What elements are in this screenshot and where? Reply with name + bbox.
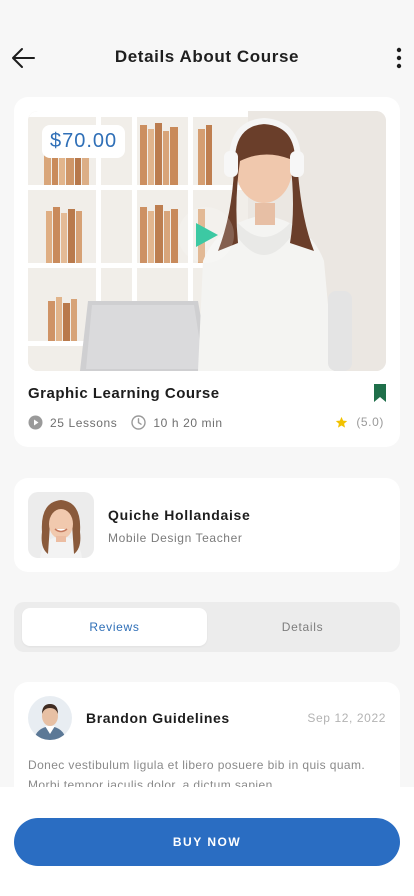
course-meta: 25 Lessons 10 h 20 min bbox=[28, 415, 223, 430]
course-card: $70.00 Graphic Learning Course 25 Lesson… bbox=[14, 97, 400, 447]
buy-now-button[interactable]: BUY NOW bbox=[14, 818, 400, 866]
teacher-card[interactable]: Quiche Hollandaise Mobile Design Teacher bbox=[14, 478, 400, 572]
tab-details[interactable]: Details bbox=[210, 608, 395, 646]
star-icon bbox=[336, 416, 348, 428]
reviewer-name: Brandon Guidelines bbox=[86, 710, 230, 726]
reviewer-avatar bbox=[28, 696, 72, 740]
play-icon bbox=[196, 223, 218, 247]
play-circle-icon bbox=[28, 415, 43, 430]
play-button[interactable] bbox=[178, 207, 234, 263]
review-date: Sep 12, 2022 bbox=[307, 711, 386, 725]
price-badge: $70.00 bbox=[42, 125, 126, 158]
course-title: Graphic Learning Course bbox=[28, 385, 220, 402]
page-title: Details About Course bbox=[114, 47, 300, 66]
bookmark-icon[interactable] bbox=[374, 384, 386, 402]
teacher-avatar bbox=[28, 492, 94, 558]
tab-reviews[interactable]: Reviews bbox=[22, 608, 207, 646]
rating-value: (5.0) bbox=[356, 415, 384, 429]
course-thumbnail: $70.00 bbox=[28, 111, 386, 371]
lessons-count: 25 Lessons bbox=[50, 415, 118, 430]
clock-icon bbox=[131, 415, 147, 430]
bottom-bar: BUY NOW bbox=[0, 787, 414, 896]
teacher-role: Mobile Design Teacher bbox=[108, 531, 243, 545]
top-bar: Details About Course bbox=[0, 0, 414, 96]
course-duration: 10 h 20 min bbox=[153, 415, 223, 430]
course-rating: (5.0) bbox=[335, 415, 384, 429]
tab-bar: Reviews Details bbox=[14, 602, 400, 652]
more-vertical-icon[interactable] bbox=[394, 46, 404, 70]
teacher-name: Quiche Hollandaise bbox=[108, 507, 251, 523]
